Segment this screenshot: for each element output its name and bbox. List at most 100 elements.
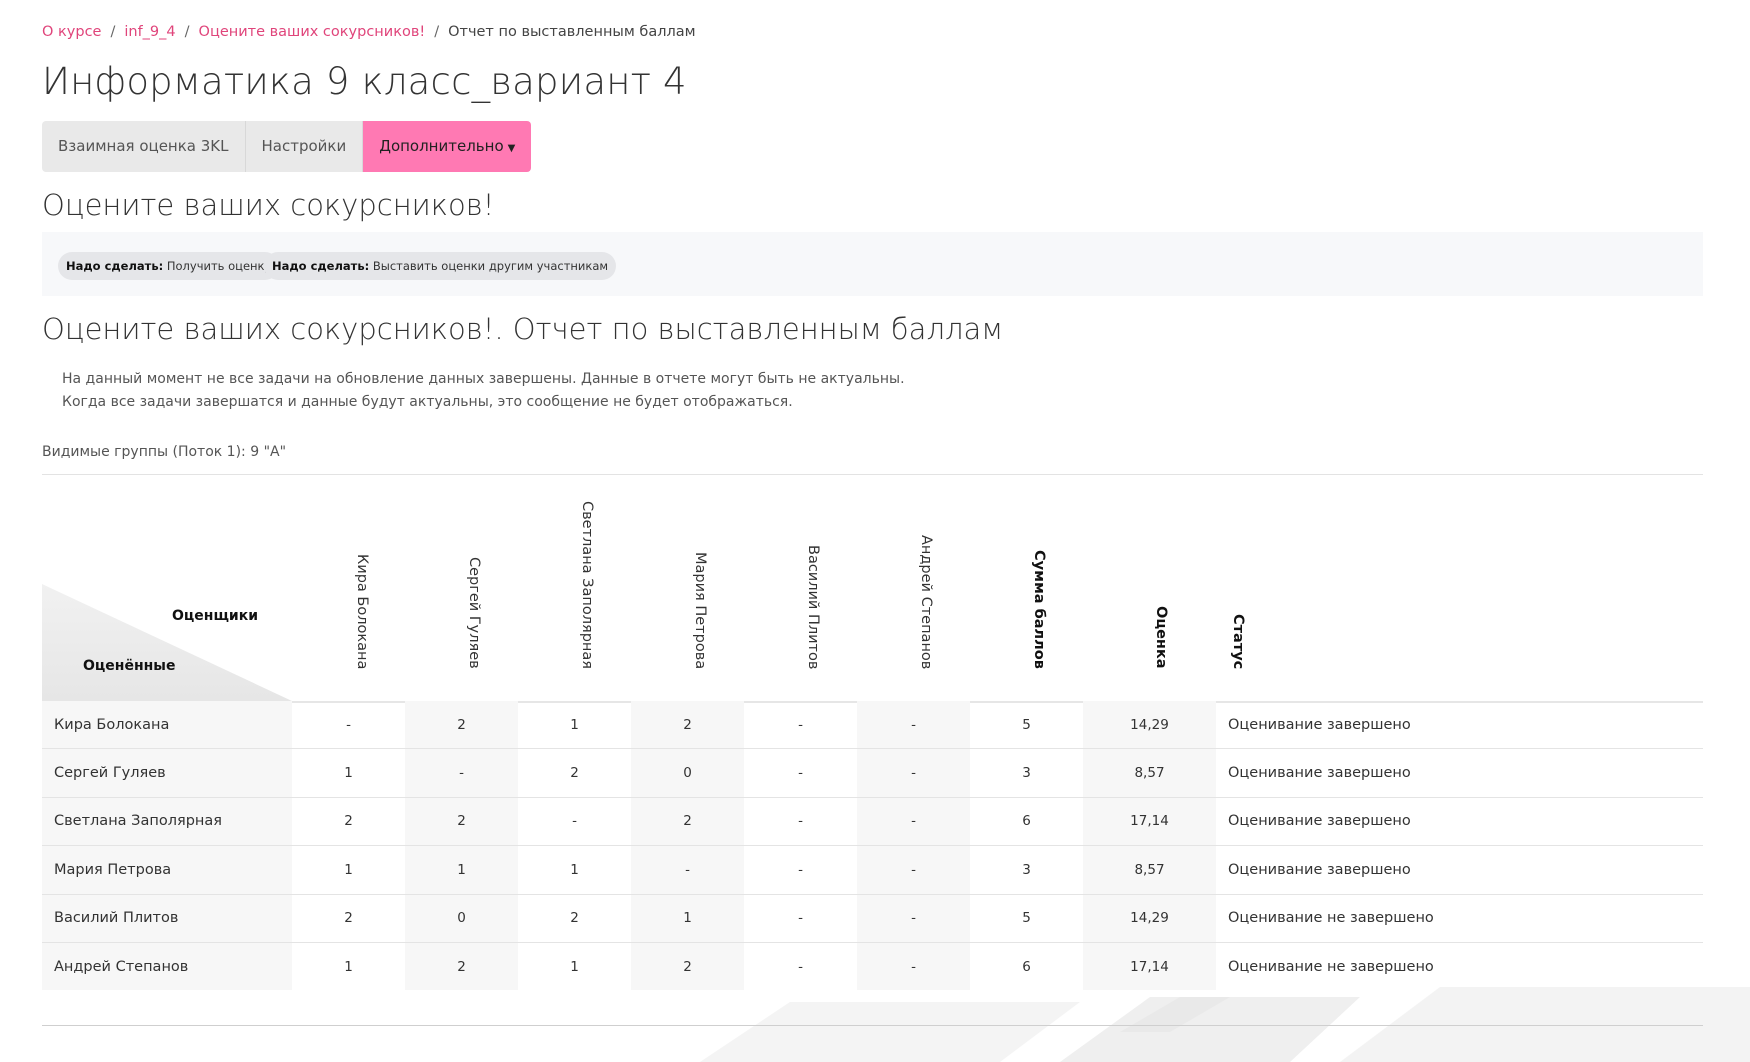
score-cell: - (405, 749, 518, 797)
score-cell: - (798, 716, 803, 733)
table-row: Василий Плитов 2 0 2 1 - - 5 14,29 Оценивание не … (42, 894, 1703, 943)
column-header-grade: Оценка (1153, 606, 1169, 669)
grade-cell: 8,57 (1083, 749, 1216, 797)
score-cell: - (857, 749, 970, 797)
score-cell: 1 (570, 861, 579, 878)
sum-cell: 6 (1022, 813, 1031, 830)
corner-header-cell: Оценщики Оценённые (42, 500, 292, 701)
score-cell: 1 (570, 716, 579, 733)
column-header-grader: Андрей Степанов (918, 534, 934, 669)
table-row: Сергей Гуляев 1 - 2 0 - - 3 8,57 Оценивание завер… (42, 749, 1703, 798)
score-cell: - (857, 846, 970, 894)
tabs-bar: Взаимная оценка 3KL Настройки Дополнител… (42, 121, 532, 172)
breadcrumb-activity-link[interactable]: Оцените ваших сокурсников! (199, 24, 426, 40)
table-row: Светлана Заполярная 2 2 - 2 - - 6 17,14 Оценивани… (42, 797, 1703, 847)
tab-settings[interactable]: Настройки (245, 121, 364, 172)
status-cell: Оценивание завершено (1228, 861, 1411, 878)
score-cell: 2 (570, 765, 579, 782)
score-cell: 1 (344, 958, 353, 975)
status-cell: Оценивание завершено (1228, 813, 1411, 830)
report-title: Оцените ваших сокурсников!. Отчет по выс… (42, 312, 1004, 346)
column-header-grader: Василий Плитов (805, 544, 821, 669)
visible-groups-label: Видимые группы (Поток 1): 9 "А" (42, 444, 287, 460)
column-header-grader: Мария Петрова (692, 551, 708, 669)
todo-text: Получить оценку (166, 259, 272, 273)
row-student-name: Сергей Гуляев (42, 749, 292, 797)
score-cell: 0 (405, 894, 518, 942)
table-row: Кира Болокана - 2 1 2 - - 5 14,29 Оценивание заве… (42, 701, 1703, 750)
breadcrumb-separator: / (184, 24, 190, 40)
score-cell: 2 (344, 910, 353, 927)
chevron-down-icon: ▼ (507, 143, 516, 154)
breadcrumb-separator: / (434, 24, 440, 40)
activity-title: Оцените ваших сокурсников! (42, 188, 495, 222)
score-cell: 2 (631, 797, 744, 846)
score-cell: 2 (405, 797, 518, 846)
grades-report-table: Оценщики Оценённые Кира Болокана Сергей … (42, 500, 1703, 991)
sum-cell: 6 (1022, 958, 1031, 975)
breadcrumb-section-link[interactable]: inf_9_4 (124, 24, 175, 40)
column-header-status: Статус (1230, 613, 1246, 669)
score-cell: 2 (631, 942, 744, 991)
score-cell: 1 (405, 846, 518, 894)
breadcrumb-current: Отчет по выставленным баллам (448, 24, 696, 40)
table-header: Оценщики Оценённые Кира Болокана Сергей … (42, 500, 1703, 703)
data-update-notice: На данный момент не все задачи на обновл… (62, 368, 905, 414)
notice-line: Когда все задачи завершатся и данные буд… (62, 394, 793, 410)
table-body: Кира Болокана -2 1 2- -5 14,29 Оценивание заве… (42, 701, 1703, 991)
tab-peer-assessment[interactable]: Взаимная оценка 3KL (42, 121, 246, 172)
row-student-name: Мария Петрова (42, 846, 292, 894)
score-cell: - (631, 846, 744, 894)
score-cell: 0 (631, 749, 744, 797)
column-header-sum: Сумма баллов (1031, 550, 1047, 669)
grade-cell: 17,14 (1083, 942, 1216, 991)
todo-prefix: Надо сделать: (66, 259, 164, 273)
table-row: Андрей Степанов 1 2 1 2 - - 6 17,14 Оценивание не… (42, 942, 1703, 991)
status-cell: Оценивание не завершено (1228, 958, 1434, 975)
page-title: Информатика 9 класс_вариант 4 (42, 60, 687, 103)
tab-more-dropdown[interactable]: Дополнительно ▼ (363, 121, 532, 172)
score-cell: - (798, 813, 803, 830)
score-cell: 2 (405, 942, 518, 991)
row-student-name: Василий Плитов (42, 894, 292, 942)
sum-cell: 5 (1022, 716, 1031, 733)
status-cell: Оценивание не завершено (1228, 910, 1434, 927)
row-student-name: Андрей Степанов (42, 942, 292, 991)
column-header-grader: Кира Болокана (354, 553, 370, 669)
table-row: Мария Петрова 1 1 1 - - - 3 8,57 Оценивание завер… (42, 846, 1703, 895)
notice-line: На данный момент не все задачи на обновл… (62, 371, 905, 387)
tab-label: Взаимная оценка 3KL (58, 137, 229, 155)
score-cell: 1 (344, 861, 353, 878)
grade-cell: 17,14 (1083, 797, 1216, 846)
score-cell: - (798, 958, 803, 975)
grade-cell: 14,29 (1083, 894, 1216, 942)
score-cell: 2 (570, 910, 579, 927)
score-cell: 2 (405, 701, 518, 749)
score-cell: - (857, 797, 970, 846)
score-cell: - (857, 701, 970, 749)
row-student-name: Светлана Заполярная (42, 797, 292, 846)
sum-cell: 3 (1022, 861, 1031, 878)
breadcrumb-separator: / (110, 24, 116, 40)
row-student-name: Кира Болокана (42, 701, 292, 749)
score-cell: 1 (570, 958, 579, 975)
score-cell: - (857, 942, 970, 991)
todo-badge-grade-others: Надо сделать: Выставить оценки другим уч… (264, 252, 617, 280)
score-cell: - (798, 910, 803, 927)
score-cell: 2 (344, 813, 353, 830)
grade-cell: 14,29 (1083, 701, 1216, 749)
status-cell: Оценивание завершено (1228, 765, 1411, 782)
todo-text: Выставить оценки другим участникам (372, 259, 609, 273)
score-cell: - (798, 861, 803, 878)
score-cell: 2 (631, 701, 744, 749)
sum-cell: 3 (1022, 765, 1031, 782)
score-cell: - (857, 894, 970, 942)
graders-label: Оценщики (172, 608, 259, 624)
column-header-grader: Светлана Заполярная (579, 501, 595, 669)
grade-cell: 8,57 (1083, 846, 1216, 894)
graded-label: Оценённые (83, 658, 176, 674)
breadcrumb-course-link[interactable]: О курсе (42, 24, 101, 40)
tab-label: Дополнительно (379, 137, 504, 155)
tab-label: Настройки (261, 137, 347, 155)
completion-info-bar: Надо сделать: Получить оценку Надо сдела… (42, 232, 1703, 296)
